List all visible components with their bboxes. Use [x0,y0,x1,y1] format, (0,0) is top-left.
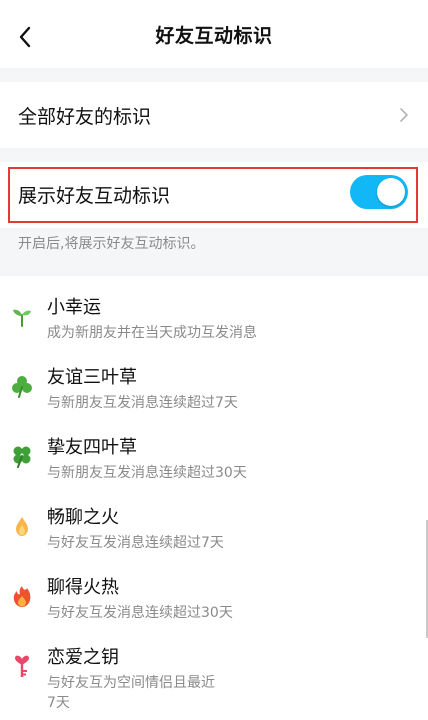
badge-description: 与好友互发消息连续超过7天 [47,535,224,551]
badge-description: 与好友互为空间情侣且最近 [47,675,215,691]
badge-list: 小幸运 成为新朋友并在当天成功互发消息 友谊三叶草 与新朋友互发消息连续超过7天… [0,276,428,720]
show-badges-toggle[interactable] [350,175,408,209]
toggle-note: 开启后,将展示好友互动标识。 [18,236,205,252]
all-friends-badges-row[interactable]: 全部好友的标识 [0,82,428,148]
list-item: 畅聊之火 与好友互发消息连续超过7天 [0,490,428,560]
badge-description: 与新朋友互发消息连续超过7天 [47,395,238,411]
badge-description-line2: 7天 [47,695,70,711]
badge-description: 成为新朋友并在当天成功互发消息 [47,325,257,341]
badge-description: 与新朋友互发消息连续超过30天 [47,465,247,481]
all-friends-badges-label: 全部好友的标识 [18,105,152,128]
list-item: 恋爱之钥 与好友互为空间情侣且最近 7天 [0,630,428,720]
badge-name: 恋爱之钥 [47,647,119,668]
back-arrow-icon [19,26,31,48]
sprout-icon [13,309,31,327]
section-divider [0,68,428,82]
chevron-right-icon [400,108,408,122]
toggle-knob [377,178,405,206]
toggle-note-area: 开启后,将展示好友互动标识。 [0,228,428,276]
badge-description: 与好友互发消息连续超过30天 [47,605,233,621]
badge-name: 友谊三叶草 [47,367,137,388]
section-divider [0,148,428,162]
show-badges-row: 展示好友互动标识 [0,162,428,228]
badge-name: 小幸运 [47,297,101,318]
badge-name: 聊得火热 [47,577,119,598]
text-fade [228,670,258,692]
list-item: 挚友四叶草 与新朋友互发消息连续超过30天 [0,420,428,490]
list-item: 聊得火热 与好友互发消息连续超过30天 [0,560,428,630]
page-title: 好友互动标识 [155,24,273,47]
badge-name: 畅聊之火 [47,507,119,528]
back-button[interactable] [12,24,38,50]
four-leaf-clover-icon [13,446,31,468]
big-flame-icon [13,586,31,607]
show-badges-label: 展示好友互动标识 [18,185,171,207]
list-item: 友谊三叶草 与新朋友互发消息连续超过7天 [0,350,428,420]
badge-name: 挚友四叶草 [47,437,137,458]
love-key-icon [15,655,29,677]
list-item: 小幸运 成为新朋友并在当天成功互发消息 [0,280,428,350]
nav-bar: 好友互动标识 [0,0,428,68]
small-flame-icon [16,517,28,536]
three-leaf-clover-icon [12,376,32,398]
